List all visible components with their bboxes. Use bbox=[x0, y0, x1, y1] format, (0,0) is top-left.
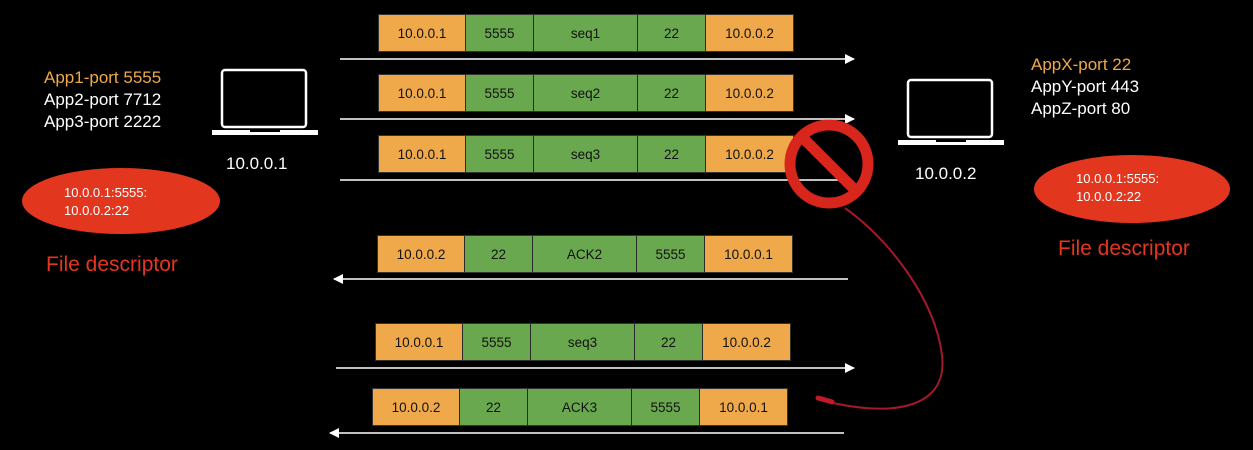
right-host-ip: 10.0.0.2 bbox=[915, 164, 977, 183]
right-app-item: AppZ-port 80 bbox=[1031, 99, 1131, 118]
packet-row-dropped: 10.0.0.1 5555 seq3 22 10.0.0.2 bbox=[378, 135, 794, 173]
prohibited-icon bbox=[784, 119, 874, 209]
packet-row: 10.0.0.2 22 ACK3 5555 10.0.0.1 bbox=[372, 388, 788, 426]
source-ip-cell: 10.0.0.1 bbox=[379, 15, 466, 51]
tcp-retransmission-diagram: App1-port 5555 App2-port 7712 App3-port … bbox=[0, 0, 1253, 450]
right-fd-line: 10.0.0.2:22 bbox=[1076, 189, 1142, 204]
retransmit-curve bbox=[819, 207, 944, 410]
source-ip-cell: 10.0.0.2 bbox=[378, 236, 465, 272]
left-fd-line: 10.0.0.1:5555: bbox=[64, 185, 148, 200]
packet-row: 10.0.0.1 5555 seq2 22 10.0.0.2 bbox=[378, 74, 794, 112]
dest-port-cell: 22 bbox=[638, 75, 706, 111]
laptop-icon bbox=[898, 78, 1004, 145]
left-app-item: App1-port 5555 bbox=[44, 68, 162, 87]
left-fd-line: 10.0.0.2:22 bbox=[64, 203, 130, 218]
left-app-list: App1-port 5555 App2-port 7712 App3-port … bbox=[44, 67, 161, 133]
payload-cell: seq1 bbox=[534, 15, 638, 51]
dest-ip-cell: 10.0.0.2 bbox=[706, 136, 793, 172]
packet-row: 10.0.0.1 5555 seq3 22 10.0.0.2 bbox=[375, 323, 791, 361]
right-app-list: AppX-port 22 AppY-port 443 AppZ-port 80 bbox=[1031, 54, 1139, 120]
right-app-item: AppY-port 443 bbox=[1031, 77, 1140, 96]
dest-ip-cell: 10.0.0.2 bbox=[706, 75, 793, 111]
left-fd-ellipse: 10.0.0.1:5555: 10.0.0.2:22 bbox=[22, 168, 220, 234]
dest-ip-cell: 10.0.0.2 bbox=[706, 15, 793, 51]
left-app-item: App3-port 2222 bbox=[44, 112, 162, 131]
dest-ip-cell: 10.0.0.1 bbox=[705, 236, 792, 272]
payload-cell: seq3 bbox=[531, 324, 635, 360]
payload-cell: seq3 bbox=[534, 136, 638, 172]
right-fd-line: 10.0.0.1:5555: bbox=[1076, 171, 1160, 186]
dest-port-cell: 5555 bbox=[637, 236, 705, 272]
right-fd-ellipse: 10.0.0.1:5555: 10.0.0.2:22 bbox=[1034, 155, 1230, 223]
left-fd-label: File descriptor bbox=[46, 253, 178, 276]
dest-ip-cell: 10.0.0.1 bbox=[700, 389, 787, 425]
payload-cell: seq2 bbox=[534, 75, 638, 111]
packet-row: 10.0.0.1 5555 seq1 22 10.0.0.2 bbox=[378, 14, 794, 52]
source-port-cell: 5555 bbox=[463, 324, 531, 360]
source-port-cell: 22 bbox=[460, 389, 528, 425]
source-port-cell: 5555 bbox=[466, 136, 534, 172]
source-ip-cell: 10.0.0.1 bbox=[379, 136, 466, 172]
right-app-item: AppX-port 22 bbox=[1031, 55, 1132, 74]
source-port-cell: 5555 bbox=[466, 75, 534, 111]
payload-cell: ACK2 bbox=[533, 236, 637, 272]
source-ip-cell: 10.0.0.1 bbox=[376, 324, 463, 360]
dest-port-cell: 5555 bbox=[632, 389, 700, 425]
source-ip-cell: 10.0.0.1 bbox=[379, 75, 466, 111]
right-fd-label: File descriptor bbox=[1058, 237, 1190, 260]
source-ip-cell: 10.0.0.2 bbox=[373, 389, 460, 425]
dest-port-cell: 22 bbox=[638, 15, 706, 51]
dest-port-cell: 22 bbox=[638, 136, 706, 172]
source-port-cell: 5555 bbox=[466, 15, 534, 51]
packet-row: 10.0.0.2 22 ACK2 5555 10.0.0.1 bbox=[377, 235, 793, 273]
source-port-cell: 22 bbox=[465, 236, 533, 272]
laptop-icon bbox=[212, 68, 318, 135]
payload-cell: ACK3 bbox=[528, 389, 632, 425]
left-host-ip: 10.0.0.1 bbox=[226, 154, 288, 173]
dest-ip-cell: 10.0.0.2 bbox=[703, 324, 790, 360]
left-app-item: App2-port 7712 bbox=[44, 90, 162, 109]
dest-port-cell: 22 bbox=[635, 324, 703, 360]
